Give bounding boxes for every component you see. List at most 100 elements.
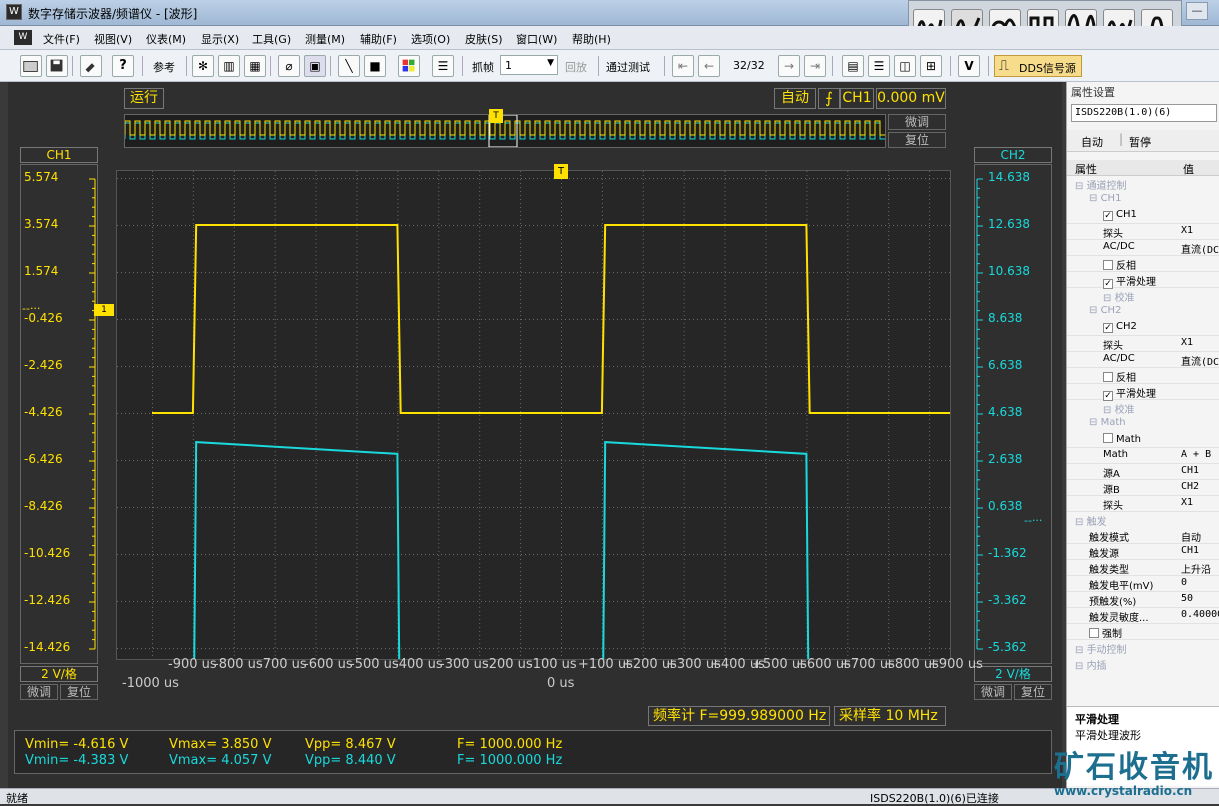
grid-dot [729, 413, 730, 414]
grid-dot [917, 460, 918, 461]
list-icon[interactable]: ☰ [432, 55, 454, 77]
menu-view[interactable]: 视图(V) [94, 31, 132, 47]
trigger-source[interactable]: CH1 [840, 88, 874, 109]
grid-dot [152, 559, 153, 560]
grid-dot [457, 601, 458, 602]
grid-dot [275, 439, 276, 440]
grid-dot [821, 460, 822, 461]
grid-dot [217, 319, 218, 320]
help-icon[interactable]: ? [112, 55, 134, 77]
ch2-volts-per-div[interactable]: 2 V/格 [974, 666, 1052, 682]
waveform-overview[interactable]: T [124, 114, 886, 148]
menu-file[interactable]: 文件(F) [43, 31, 80, 47]
ch2-fine-button[interactable]: 微调 [974, 684, 1012, 700]
grid-dot [438, 263, 439, 264]
menu-skin[interactable]: 皮肤(S) [465, 31, 503, 47]
replay-button[interactable]: 回放 [565, 59, 587, 75]
grid-icon[interactable]: ▥ [218, 55, 240, 77]
grid-dot [479, 183, 480, 184]
layout-4-icon[interactable]: ⊞ [920, 55, 942, 77]
grid-plus-icon[interactable]: ▦ [244, 55, 266, 77]
ch1-reset-button[interactable]: 复位 [60, 684, 98, 700]
grid-dot [425, 648, 426, 649]
ch1-level-marker[interactable]: 1 [94, 304, 114, 316]
layout-2-icon[interactable]: ☰ [868, 55, 890, 77]
grid-dot [329, 366, 330, 367]
voltmeter-button[interactable]: V [958, 55, 980, 77]
run-status[interactable]: 运行 [124, 88, 164, 109]
grid-dot [602, 187, 603, 188]
menu-display[interactable]: 显示(X) [201, 31, 239, 47]
grid-dot [888, 631, 889, 632]
grid-dot [684, 411, 685, 412]
grid-dot [817, 272, 818, 273]
grid-dot [417, 225, 418, 226]
grid-dot [520, 503, 521, 504]
menu-measure[interactable]: 测量(M) [305, 31, 345, 47]
grid-dot [725, 359, 726, 360]
trigger-level[interactable]: 0.000 mV [876, 88, 946, 109]
overview-trigger-marker[interactable]: T [489, 109, 503, 123]
first-frame-icon[interactable]: ⇤ [672, 55, 694, 77]
save-icon[interactable] [46, 55, 68, 77]
dds-generator-button[interactable]: ⎍DDS信号源 [994, 55, 1082, 77]
last-frame-icon[interactable]: ⇥ [804, 55, 826, 77]
grid-dot [397, 343, 398, 344]
menu-help[interactable]: 帮助(H) [572, 31, 611, 47]
rising-edge-icon[interactable]: ⨍ [818, 88, 840, 109]
reference-button[interactable]: 参考 [153, 59, 175, 75]
capture-frame-select[interactable]: 1▼ [500, 55, 558, 75]
grid-dot [561, 327, 562, 328]
grid-dot [613, 507, 614, 508]
ch2-reset-button[interactable]: 复位 [1014, 684, 1052, 700]
grid-dot [438, 235, 439, 236]
waveform-display[interactable] [116, 170, 951, 660]
grid-dot [489, 366, 490, 367]
probe-icon[interactable]: ⌀ [278, 55, 300, 77]
ch1-fine-button[interactable]: 微调 [20, 684, 58, 700]
minimize-button[interactable]: — [1186, 2, 1208, 20]
pass-test-button[interactable]: 通过测试 [606, 59, 650, 75]
next-frame-icon[interactable]: → [778, 55, 800, 77]
grid-dot [806, 387, 807, 388]
grid-dot [152, 171, 153, 172]
layout-3-icon[interactable]: ◫ [894, 55, 916, 77]
grid-dot [806, 375, 807, 376]
grid-dot [229, 366, 230, 367]
grid-dot [701, 507, 702, 508]
grid-dot [241, 366, 242, 367]
grid-dot [749, 178, 750, 179]
grid-dot [505, 507, 506, 508]
menu-aux[interactable]: 辅助(F) [360, 31, 397, 47]
menu-window[interactable]: 窗口(W) [516, 31, 557, 47]
ch2-tick-label: 0.638 [988, 499, 1022, 513]
layout-1-icon[interactable]: ▤ [842, 55, 864, 77]
trigger-mode[interactable]: 自动 [774, 88, 816, 109]
grid-dot [847, 227, 848, 228]
grid-dot [152, 375, 153, 376]
menu-options[interactable]: 选项(O) [411, 31, 450, 47]
grid-dot [549, 648, 550, 649]
grid-dot [602, 239, 603, 240]
grid-dot [917, 601, 918, 602]
overview-fine-button[interactable]: 微调 [888, 114, 946, 130]
overview-reset-button[interactable]: 复位 [888, 132, 946, 148]
menu-tools[interactable]: 工具(G) [252, 31, 291, 47]
snowflake-icon[interactable]: ✻ [192, 55, 214, 77]
grid-dot [275, 483, 276, 484]
ch1-volts-per-div[interactable]: 2 V/格 [20, 666, 98, 682]
grid-dot [573, 319, 574, 320]
color-icon[interactable] [398, 55, 420, 77]
line-tool-icon[interactable]: ╲ [338, 55, 360, 77]
prev-frame-icon[interactable]: ← [698, 55, 720, 77]
pin-icon[interactable] [80, 55, 102, 77]
grid-dot [781, 366, 782, 367]
grid-dot [221, 272, 222, 273]
grid-dot [357, 543, 358, 544]
cursor-grid-icon[interactable]: ▣ [304, 55, 326, 77]
menu-instrument[interactable]: 仪表(M) [146, 31, 186, 47]
grid-dot [121, 413, 122, 414]
open-icon[interactable] [20, 55, 42, 77]
stop-icon[interactable]: ■ [364, 55, 386, 77]
grid-dot [725, 243, 726, 244]
